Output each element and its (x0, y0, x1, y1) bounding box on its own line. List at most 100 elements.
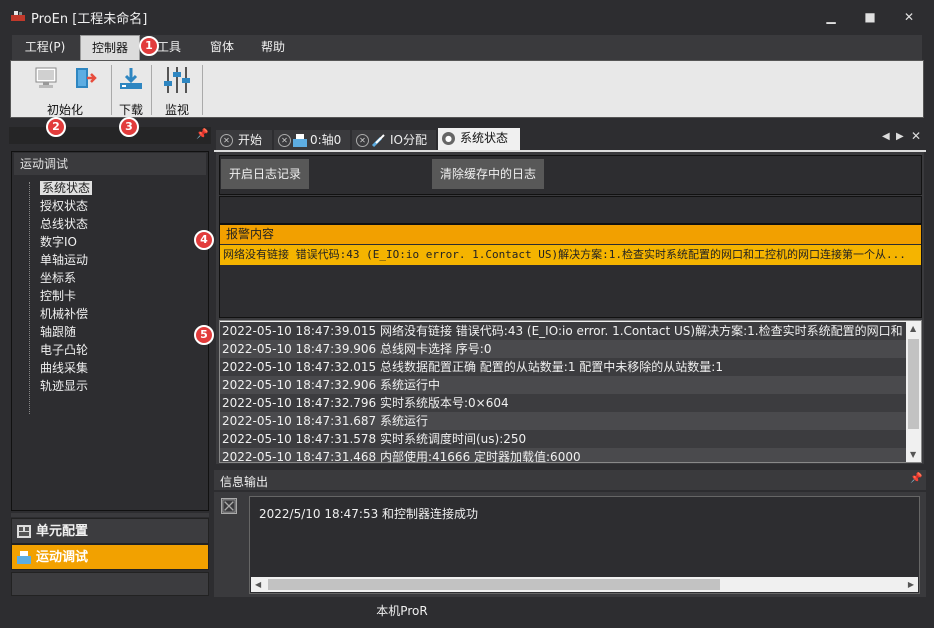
tab-close-all-icon[interactable]: ✕ (911, 129, 921, 143)
annotation-badge: 3 (119, 117, 139, 137)
info-message: 2022/5/10 18:47:53 和控制器连接成功 (259, 507, 479, 521)
tree-item-curve-capture[interactable]: 曲线采集 (12, 359, 208, 377)
tree-item-coordinate[interactable]: 坐标系 (12, 269, 208, 287)
log-row[interactable]: 2022-05-10 18:47:39.015 网络没有链接 错误代码:43 (… (220, 322, 908, 340)
unit-config-button[interactable]: 单元配置 (11, 518, 209, 544)
tree-item-single-axis[interactable]: 单轴运动 (12, 251, 208, 269)
log-row[interactable]: 2022-05-10 18:47:31.578 实时系统调度时间(us):250 (220, 430, 908, 448)
system-status-view: 开启日志记录 清除缓存中的日志 报警内容 网络没有链接 错误代码:43 (E_I… (216, 152, 924, 464)
monitor-button[interactable]: 监视 (154, 61, 200, 117)
tab-axis-0[interactable]: ✕ 0:轴0 (274, 130, 350, 150)
ribbon-separator (151, 65, 152, 115)
log-row[interactable]: 2022-05-10 18:47:39.906 总线网卡选择 序号:0 (220, 340, 908, 358)
clear-output-icon[interactable] (221, 498, 237, 514)
alarm-message-row[interactable]: 网络没有链接 错误代码:43 (E_IO:io error. 1.Contact… (220, 245, 921, 265)
log-row[interactable]: 2022-05-10 18:47:32.015 总线数据配置正确 配置的从站数量… (220, 358, 908, 376)
pin-icon[interactable]: 📌 (910, 473, 922, 484)
motion-debug-label: 运动调试 (36, 550, 89, 565)
tab-io-assign[interactable]: ✕ IO分配 (352, 130, 436, 150)
ribbon-separator (111, 65, 112, 115)
tab-scroll-left-icon[interactable]: ◀ (882, 131, 890, 142)
log-row[interactable]: 2022-05-10 18:47:32.906 系统运行中 (220, 376, 908, 394)
clear-log-button[interactable]: 清除缓存中的日志 (432, 159, 545, 189)
alarm-panel: 报警内容 网络没有链接 错误代码:43 (E_IO:io error. 1.Co… (219, 224, 922, 318)
download-icon (120, 68, 142, 89)
tree-item-control-card[interactable]: 控制卡 (12, 287, 208, 305)
start-log-button[interactable]: 开启日志记录 (221, 159, 310, 189)
tree-item-electronic-cam[interactable]: 电子凸轮 (12, 341, 208, 359)
log-vertical-scrollbar[interactable]: ▲ ▼ (906, 321, 921, 462)
tab-label: 开始 (238, 133, 263, 147)
info-output-header: 信息输出 📌 (214, 470, 926, 490)
tab-system-status[interactable]: ● 系统状态 (438, 128, 520, 150)
tab-close-icon[interactable]: ✕ (220, 134, 233, 147)
door-exit-icon (76, 68, 97, 88)
menu-controller[interactable]: 控制器 (80, 35, 140, 60)
info-output-title: 信息输出 (220, 475, 269, 489)
tree-item-digital-io[interactable]: 数字IO (12, 233, 208, 251)
log-list: 2022-05-10 18:47:39.015 网络没有链接 错误代码:43 (… (219, 320, 922, 463)
status-text: 本机ProR (376, 604, 428, 618)
menu-help[interactable]: 帮助 (252, 35, 294, 60)
log-row[interactable]: 2022-05-10 18:47:32.796 实时系统版本号:0×604 (220, 394, 908, 412)
panel-splitter[interactable] (11, 513, 209, 517)
log-toolbar: 开启日志记录 清除缓存中的日志 (219, 155, 922, 195)
wrench-icon (371, 134, 385, 148)
download-button[interactable]: 下载 (113, 61, 149, 117)
motion-debug-tree: 运动调试 系统状态 授权状态 总线状态 数字IO 单轴运动 坐标系 控制卡 机械… (11, 151, 209, 511)
maximize-icon[interactable]: ■ (862, 9, 878, 25)
tab-label: IO分配 (390, 133, 427, 147)
tab-start[interactable]: ✕ 开始 (216, 130, 272, 150)
tree-list: 系统状态 授权状态 总线状态 数字IO 单轴运动 坐标系 控制卡 机械补偿 轴跟… (12, 179, 208, 395)
motion-debug-button[interactable]: 运动调试 (11, 544, 209, 570)
info-output-panel: 2022/5/10 18:47:53 和控制器连接成功 ◀ ▶ (214, 492, 926, 597)
tab-scroll-right-icon[interactable]: ▶ (896, 131, 904, 142)
tab-close-icon[interactable]: ✕ (356, 134, 369, 147)
annotation-badge: 4 (194, 230, 214, 250)
annotation-badge: 1 (139, 36, 159, 56)
scroll-left-icon[interactable]: ◀ (255, 580, 261, 589)
close-icon[interactable]: ✕ (901, 9, 917, 25)
tab-label: 0:轴0 (310, 133, 342, 147)
menu-project[interactable]: 工程(P) (12, 35, 78, 60)
scroll-down-icon[interactable]: ▼ (910, 450, 916, 459)
axis-icon (17, 551, 31, 564)
title-bar: ProEn [工程未命名] ▁ ■ ✕ (0, 0, 934, 34)
tree-item-bus-status[interactable]: 总线状态 (12, 215, 208, 233)
init-button-group[interactable]: 初始化 (21, 61, 109, 117)
grid-icon (17, 525, 31, 538)
tree-title: 运动调试 (14, 153, 206, 175)
ribbon-toolbar: 初始化 下载 监视 (10, 60, 924, 118)
tab-label: 系统状态 (460, 131, 509, 145)
tree-item-mech-compensation[interactable]: 机械补偿 (12, 305, 208, 323)
scroll-thumb[interactable] (908, 339, 919, 429)
tree-item-trajectory[interactable]: 轨迹显示 (12, 377, 208, 395)
tree-item-license-status[interactable]: 授权状态 (12, 197, 208, 215)
spacer-bar (219, 196, 922, 224)
download-label: 下载 (118, 103, 143, 117)
axis-icon (293, 134, 307, 147)
tree-item-system-status[interactable]: 系统状态 (12, 179, 208, 197)
left-panel: 📌 运动调试 系统状态 授权状态 总线状态 数字IO 单轴运动 坐标系 控制卡 … (9, 127, 211, 597)
minimize-icon[interactable]: ▁ (823, 9, 839, 25)
scroll-up-icon[interactable]: ▲ (910, 324, 916, 333)
scroll-thumb[interactable] (268, 579, 720, 590)
ribbon-separator (202, 65, 203, 115)
tab-close-icon[interactable]: ● (442, 132, 455, 145)
scroll-right-icon[interactable]: ▶ (908, 580, 914, 589)
status-bar: 本机ProR (0, 598, 934, 628)
menu-window[interactable]: 窗体 (196, 35, 248, 60)
nav-empty-slot (11, 572, 209, 596)
info-horizontal-scrollbar[interactable]: ◀ ▶ (251, 577, 918, 592)
tab-close-icon[interactable]: ✕ (278, 134, 291, 147)
computer-icon (35, 67, 57, 88)
tree-item-axis-follow[interactable]: 轴跟随 (12, 323, 208, 341)
alarm-header: 报警内容 (220, 225, 921, 244)
info-output-content: 2022/5/10 18:47:53 和控制器连接成功 ◀ ▶ (249, 496, 920, 594)
left-panel-header: 📌 (9, 127, 211, 144)
log-row[interactable]: 2022-05-10 18:47:31.468 内部使用:41666 定时器加载… (220, 448, 908, 462)
pin-icon[interactable]: 📌 (196, 129, 208, 140)
unit-config-label: 单元配置 (36, 524, 89, 539)
log-row[interactable]: 2022-05-10 18:47:31.687 系统运行 (220, 412, 908, 430)
init-label: 初始化 (46, 103, 83, 117)
